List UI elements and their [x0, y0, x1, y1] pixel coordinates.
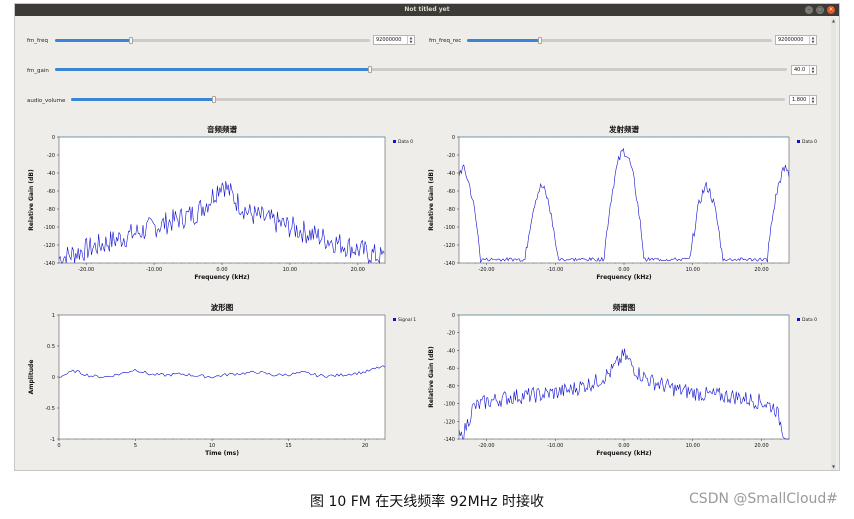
y-tick-label: -100 — [444, 225, 455, 231]
x-tick-label: 10.00 — [283, 267, 297, 273]
x-tick-label: 0 — [57, 443, 60, 449]
plots-canvas: 音频频谱 Frequency (kHz) Relative Gain (dB) 0 -2… — [28, 124, 817, 457]
csdn-watermark: CSDN @SmallCloud# — [689, 491, 838, 507]
x-axis-label: Frequency (kHz) — [596, 274, 651, 281]
y-tick-label: -80 — [47, 207, 55, 213]
y-tick-label: -140 — [444, 437, 455, 443]
legend-swatch — [393, 318, 396, 321]
x-tick-label: 0.00 — [216, 267, 227, 273]
plot-area — [458, 136, 790, 264]
plot-area — [58, 314, 386, 440]
y-axis-label: Relative Gain (dB) — [428, 169, 435, 231]
x-tick-label: 20 — [362, 443, 368, 449]
y-tick-label: -60 — [447, 189, 455, 195]
legend-swatch — [797, 318, 800, 321]
y-tick-label: -120 — [444, 243, 455, 249]
x-tick-label: 20.00 — [754, 443, 768, 449]
x-tick-label: 20.00 — [754, 267, 768, 273]
x-tick-label: -20.00 — [478, 443, 494, 449]
legend-label: Data 0 — [802, 139, 817, 145]
y-tick-label: -20 — [447, 331, 455, 337]
legend-label: Data 0 — [802, 317, 817, 323]
y-axis-label: Relative Gain (dB) — [428, 346, 435, 408]
y-axis-label: Relative Gain (dB) — [28, 169, 35, 231]
y-tick-label: -40 — [447, 171, 455, 177]
chart-title: 音频频谱 — [207, 124, 237, 134]
y-axis-label: Amplitude — [28, 360, 35, 395]
legend-swatch — [797, 140, 800, 143]
y-tick-label: -20 — [447, 153, 455, 159]
x-tick-label: -20.00 — [78, 267, 94, 273]
y-tick-label: -100 — [44, 225, 55, 231]
legend-label: Data 0 — [398, 139, 413, 145]
y-tick-label: 1 — [52, 313, 55, 319]
y-tick-label: -140 — [44, 261, 55, 267]
x-tick-label: -10.00 — [547, 443, 563, 449]
legend-label: Signal 1 — [398, 317, 416, 323]
x-axis-label: Frequency (kHz) — [596, 450, 651, 457]
plot-area — [458, 314, 790, 440]
x-tick-label: -10.00 — [547, 267, 563, 273]
x-tick-label: 20.00 — [351, 267, 365, 273]
x-tick-label: 10 — [209, 443, 215, 449]
y-tick-label: 0 — [52, 135, 55, 141]
x-tick-label: 5 — [134, 443, 137, 449]
y-tick-label: -40 — [447, 348, 455, 354]
y-tick-label: 0 — [52, 375, 55, 381]
x-tick-label: 0.00 — [618, 443, 629, 449]
x-tick-label: 15 — [285, 443, 291, 449]
plot-area — [58, 136, 386, 264]
x-axis-label: Time (ms) — [205, 450, 239, 457]
x-axis-label: Frequency (kHz) — [194, 274, 249, 281]
y-tick-label: -0.5 — [45, 406, 55, 412]
legend-swatch — [393, 140, 396, 143]
chart-title: 波形图 — [211, 302, 234, 312]
y-tick-label: -80 — [447, 384, 455, 390]
y-tick-label: -80 — [447, 207, 455, 213]
x-tick-label: -10.00 — [146, 267, 162, 273]
y-tick-label: -120 — [44, 243, 55, 249]
chart-title: 频谱图 — [613, 302, 636, 312]
x-tick-label: 10.00 — [686, 267, 700, 273]
y-tick-label: -100 — [444, 402, 455, 408]
x-tick-label: -20.00 — [478, 267, 494, 273]
y-tick-label: -20 — [47, 153, 55, 159]
y-tick-label: -60 — [47, 189, 55, 195]
y-tick-label: -120 — [444, 419, 455, 425]
y-tick-label: -40 — [47, 171, 55, 177]
y-tick-label: -140 — [444, 261, 455, 267]
y-tick-label: -60 — [447, 366, 455, 372]
x-tick-label: 0.00 — [618, 267, 629, 273]
y-tick-label: 0 — [452, 135, 455, 141]
chart-title: 发射频谱 — [608, 124, 639, 134]
x-tick-label: 10.00 — [686, 443, 700, 449]
y-tick-label: 0.5 — [47, 344, 55, 350]
y-tick-label: -1 — [50, 437, 55, 443]
y-tick-label: 0 — [452, 313, 455, 319]
